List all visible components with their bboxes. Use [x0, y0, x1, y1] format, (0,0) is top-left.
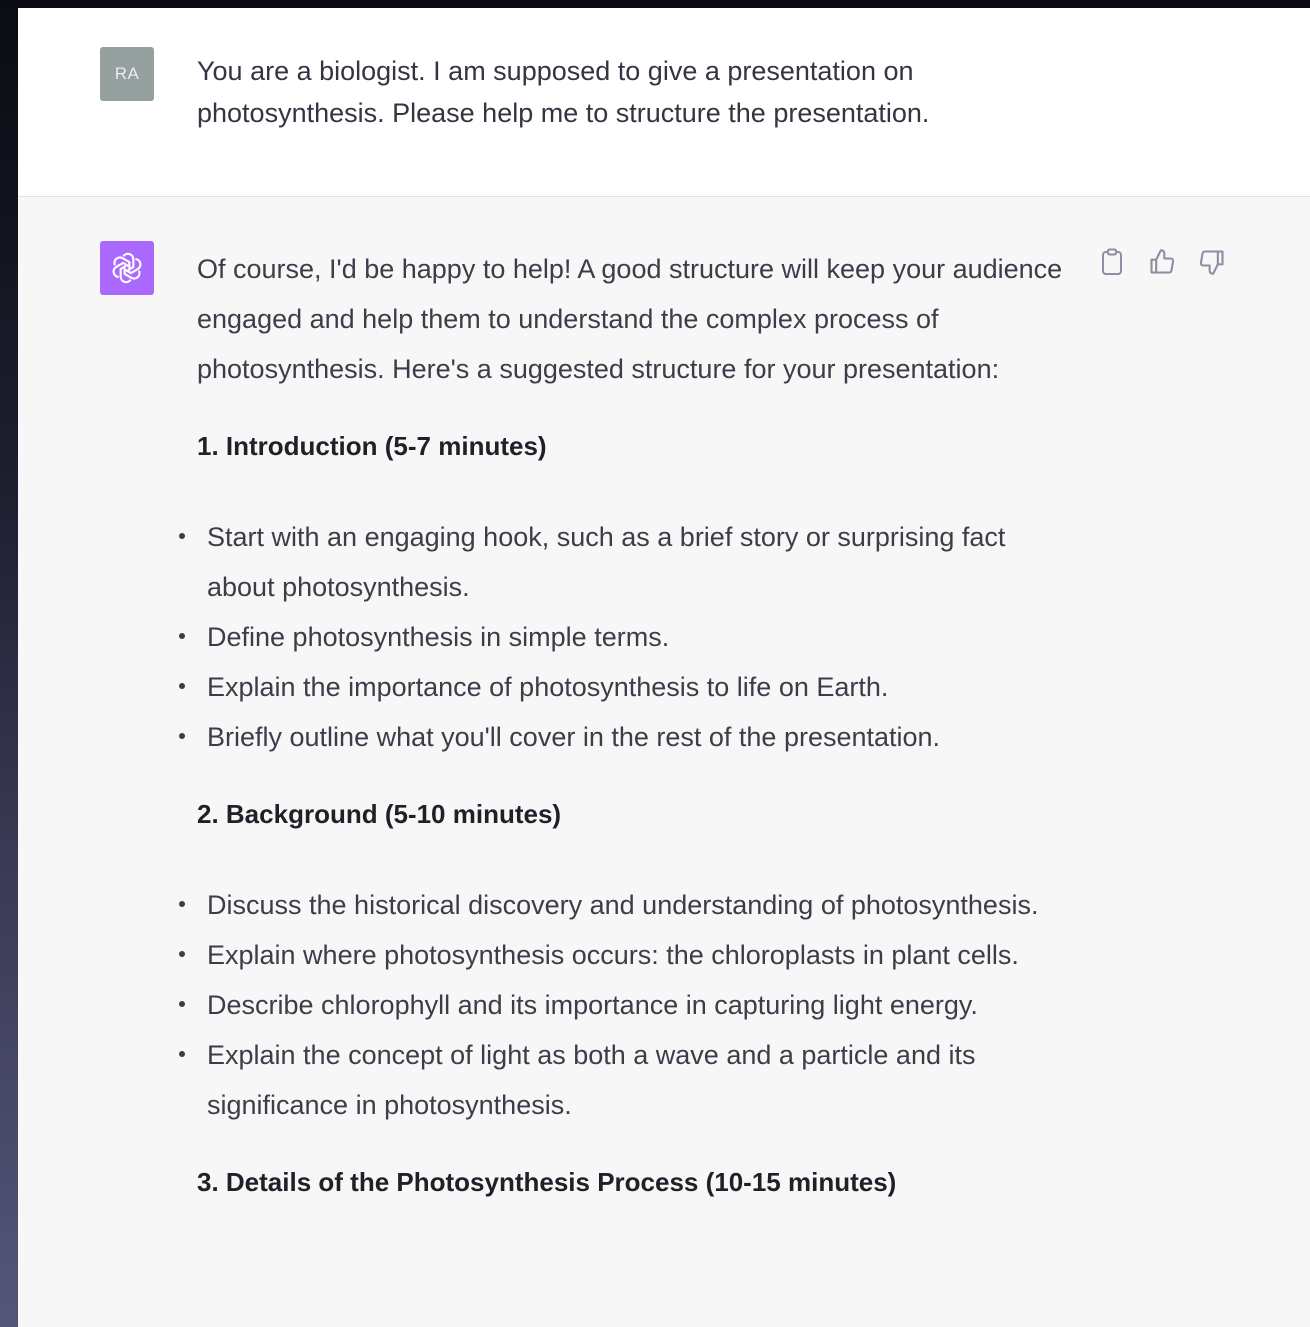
list-item: Briefly outline what you'll cover in the… [179, 712, 1077, 762]
message-actions [1098, 248, 1226, 276]
thumbs-up-icon [1150, 249, 1175, 274]
section-bullet-list: Start with an engaging hook, such as a b… [179, 512, 1097, 762]
list-item: Describe chlorophyll and its importance … [179, 980, 1077, 1030]
thumbs-down-icon [1199, 250, 1224, 275]
assistant-intro-text: Of course, I'd be happy to help! A good … [197, 254, 1063, 384]
list-item: Define photosynthesis in simple terms. [179, 612, 1077, 662]
user-message-text: You are a biologist. I am supposed to gi… [197, 56, 930, 128]
list-item: Start with an engaging hook, such as a b… [179, 512, 1077, 612]
list-item: Explain where photosynthesis occurs: the… [179, 930, 1077, 980]
list-item: Discuss the historical discovery and und… [179, 880, 1077, 930]
openai-logo-icon [100, 241, 154, 295]
copy-button[interactable] [1098, 248, 1126, 276]
thumbs-down-button[interactable] [1198, 248, 1226, 276]
assistant-message-body: Of course, I'd be happy to help! A good … [179, 244, 1097, 1200]
section-heading: 1. Introduction (5-7 minutes) [197, 431, 547, 461]
copy-icon [1102, 248, 1122, 275]
section-heading: 2. Background (5-10 minutes) [197, 799, 562, 829]
section-bullet-list: Discuss the historical discovery and und… [179, 880, 1097, 1130]
user-message-row: RA You are a biologist. I am supposed to… [18, 8, 1310, 197]
thumbs-up-button[interactable] [1148, 248, 1176, 276]
list-item: Explain the importance of photosynthesis… [179, 662, 1077, 712]
user-avatar: RA [100, 47, 154, 101]
section-heading: 3. Details of the Photosynthesis Process… [197, 1167, 897, 1197]
list-item: Explain the concept of light as both a w… [179, 1030, 1077, 1130]
chat-window: RA You are a biologist. I am supposed to… [18, 8, 1310, 1327]
